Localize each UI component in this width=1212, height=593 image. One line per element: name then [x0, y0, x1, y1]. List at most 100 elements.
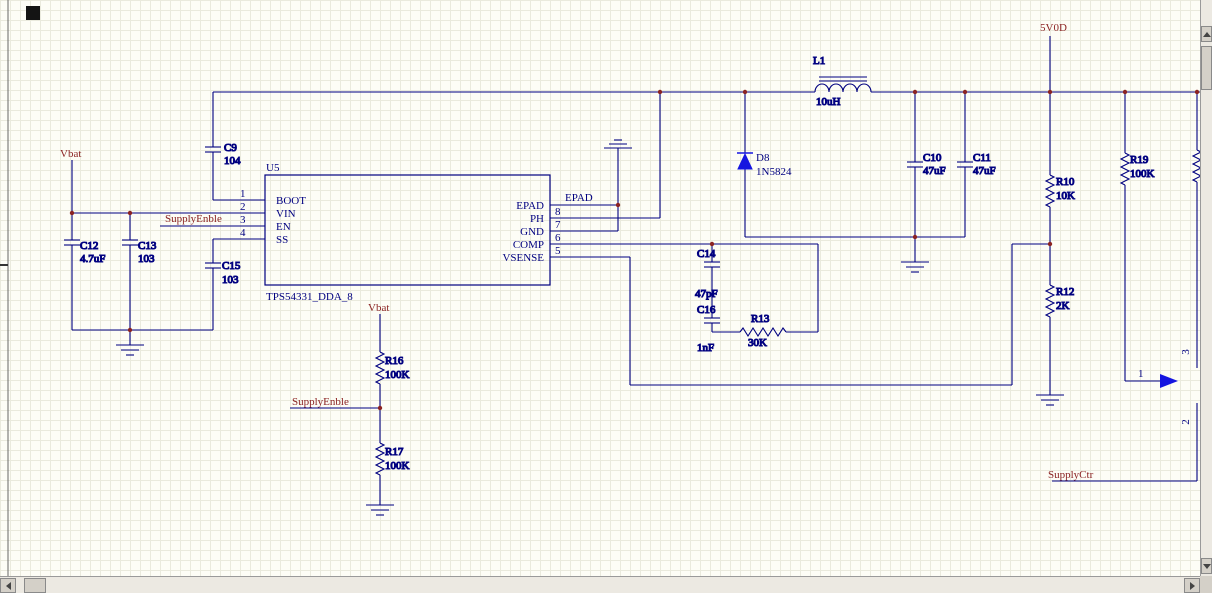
- ground-icon: [1035, 394, 1065, 406]
- arrow-up-icon: [1202, 31, 1211, 37]
- arrow-left-icon: [5, 581, 11, 590]
- diode-icon: [737, 152, 753, 170]
- horizontal-scroll-thumb[interactable]: [24, 578, 46, 593]
- capacitor-icon: [204, 146, 222, 153]
- pin-number: 5: [555, 245, 561, 257]
- ground-icon: [603, 139, 633, 149]
- pin-name: PH: [530, 213, 544, 225]
- component-ref: C15: [222, 260, 241, 272]
- component-value: 30K: [748, 337, 767, 349]
- pin-number: 7: [555, 219, 561, 231]
- component-resistor-clipped[interactable]: [1192, 149, 1200, 183]
- resistor-icon: [1192, 149, 1200, 183]
- connector-pin-number: 1: [1138, 368, 1144, 380]
- pin-number: 4: [240, 227, 246, 239]
- arrow-right-icon: [1189, 581, 1195, 590]
- ic-designator: U5: [266, 162, 280, 174]
- vertical-scroll-thumb[interactable]: [1201, 46, 1212, 90]
- pin-name: GND: [520, 226, 544, 238]
- schematic-canvas[interactable]: U5 TPS54331_DDA_8 BOOT VIN EN SS 1 2 3 4…: [0, 0, 1200, 576]
- component-c10[interactable]: C10 47uF: [906, 151, 946, 178]
- resistor-icon: [739, 327, 787, 337]
- component-c9[interactable]: C9 104: [204, 141, 242, 168]
- component-value: 47pF: [695, 288, 718, 300]
- component-ref: C9: [224, 142, 237, 154]
- component-ref: R17: [385, 446, 404, 458]
- component-c14[interactable]: C14 47pF: [694, 247, 721, 301]
- component-value: 100K: [1130, 168, 1155, 180]
- net-label-epad[interactable]: EPAD: [565, 192, 593, 204]
- component-ref: C13: [138, 240, 157, 252]
- arrow-down-icon: [1202, 563, 1211, 569]
- ic-u5[interactable]: U5 TPS54331_DDA_8 BOOT VIN EN SS 1 2 3 4…: [240, 162, 561, 303]
- pin-name: BOOT: [276, 195, 306, 207]
- net-label-vbat-2[interactable]: Vbat: [368, 302, 389, 314]
- ic-part-number: TPS54331_DDA_8: [266, 291, 353, 303]
- component-r10[interactable]: R10 10K: [1045, 174, 1076, 208]
- net-label-supplyenble-2[interactable]: SupplyEnble: [292, 396, 349, 408]
- scroll-down-button[interactable]: [1201, 558, 1212, 574]
- net-label-vbat[interactable]: Vbat: [60, 148, 81, 160]
- component-c13[interactable]: C13 103: [121, 239, 157, 266]
- component-ref: R13: [751, 313, 770, 325]
- connector-right-edge[interactable]: 1 3 2: [1138, 349, 1192, 425]
- component-c11[interactable]: C11 47uF: [956, 151, 996, 178]
- inductor-icon: [814, 83, 872, 93]
- scroll-up-button[interactable]: [1201, 26, 1212, 42]
- wires: [71, 36, 1200, 505]
- resistor-icon: [375, 442, 385, 476]
- horizontal-scrollbar[interactable]: [0, 576, 1200, 593]
- ic-body: [264, 174, 551, 286]
- vertical-scrollbar[interactable]: [1200, 0, 1212, 576]
- resistor-icon: [1045, 174, 1055, 208]
- component-ref: R12: [1056, 286, 1074, 298]
- port-arrow-icon: [1160, 374, 1178, 388]
- capacitor-icon: [703, 261, 721, 268]
- capacitor-icon: [956, 161, 974, 168]
- component-value: 104: [224, 155, 241, 167]
- component-c16[interactable]: C16 1nF: [696, 303, 721, 355]
- component-value: 4.7uF: [80, 253, 105, 265]
- component-r17[interactable]: R17 100K: [375, 442, 410, 476]
- resistor-icon: [1045, 284, 1055, 318]
- component-value: 100K: [385, 369, 410, 381]
- component-c15[interactable]: C15 103: [204, 259, 241, 287]
- component-value: 47uF: [923, 165, 946, 177]
- capacitor-icon: [906, 161, 924, 168]
- component-value: 10K: [1056, 190, 1075, 202]
- pin-name: VSENSE: [502, 252, 544, 264]
- component-value: 1N5824: [756, 166, 792, 178]
- component-c12[interactable]: C12 4.7uF: [63, 239, 106, 266]
- component-l1[interactable]: L1 10uH: [812, 54, 872, 109]
- component-ref: R10: [1056, 176, 1075, 188]
- component-ref: C11: [973, 152, 991, 164]
- pin-number: 8: [555, 206, 561, 218]
- component-ref: C10: [923, 152, 942, 164]
- component-value: 47uF: [973, 165, 996, 177]
- resistor-icon: [375, 351, 385, 385]
- component-r16[interactable]: R16 100K: [375, 351, 410, 385]
- component-r19[interactable]: R19 100K: [1120, 152, 1155, 186]
- pin-name: EPAD: [516, 200, 544, 212]
- scrollbar-corner: [1200, 576, 1212, 593]
- schematic-sheet[interactable]: U5 TPS54331_DDA_8 BOOT VIN EN SS 1 2 3 4…: [0, 0, 1200, 576]
- pin-name: VIN: [276, 208, 296, 220]
- component-ref: D8: [756, 152, 770, 164]
- net-label-supplyctr[interactable]: SupplyCtr: [1048, 469, 1094, 481]
- component-r13[interactable]: R13 30K: [739, 312, 787, 350]
- component-value: 103: [222, 274, 239, 286]
- pin-name: SS: [276, 234, 288, 246]
- capacitor-icon: [703, 317, 721, 324]
- resistor-icon: [1120, 152, 1130, 186]
- capacitor-icon: [204, 262, 222, 269]
- scroll-right-button[interactable]: [1184, 578, 1200, 593]
- component-ref: C12: [80, 240, 98, 252]
- scroll-left-button[interactable]: [0, 578, 16, 593]
- net-label-supplyenble[interactable]: SupplyEnble: [165, 213, 222, 225]
- component-ref: R16: [385, 355, 404, 367]
- component-value: 10uH: [816, 96, 841, 108]
- net-label-5v0d[interactable]: 5V0D: [1040, 22, 1067, 34]
- component-r12[interactable]: R12 2K: [1045, 284, 1075, 318]
- schematic-editor-window: U5 TPS54331_DDA_8 BOOT VIN EN SS 1 2 3 4…: [0, 0, 1212, 593]
- pin-number: 3: [240, 214, 246, 226]
